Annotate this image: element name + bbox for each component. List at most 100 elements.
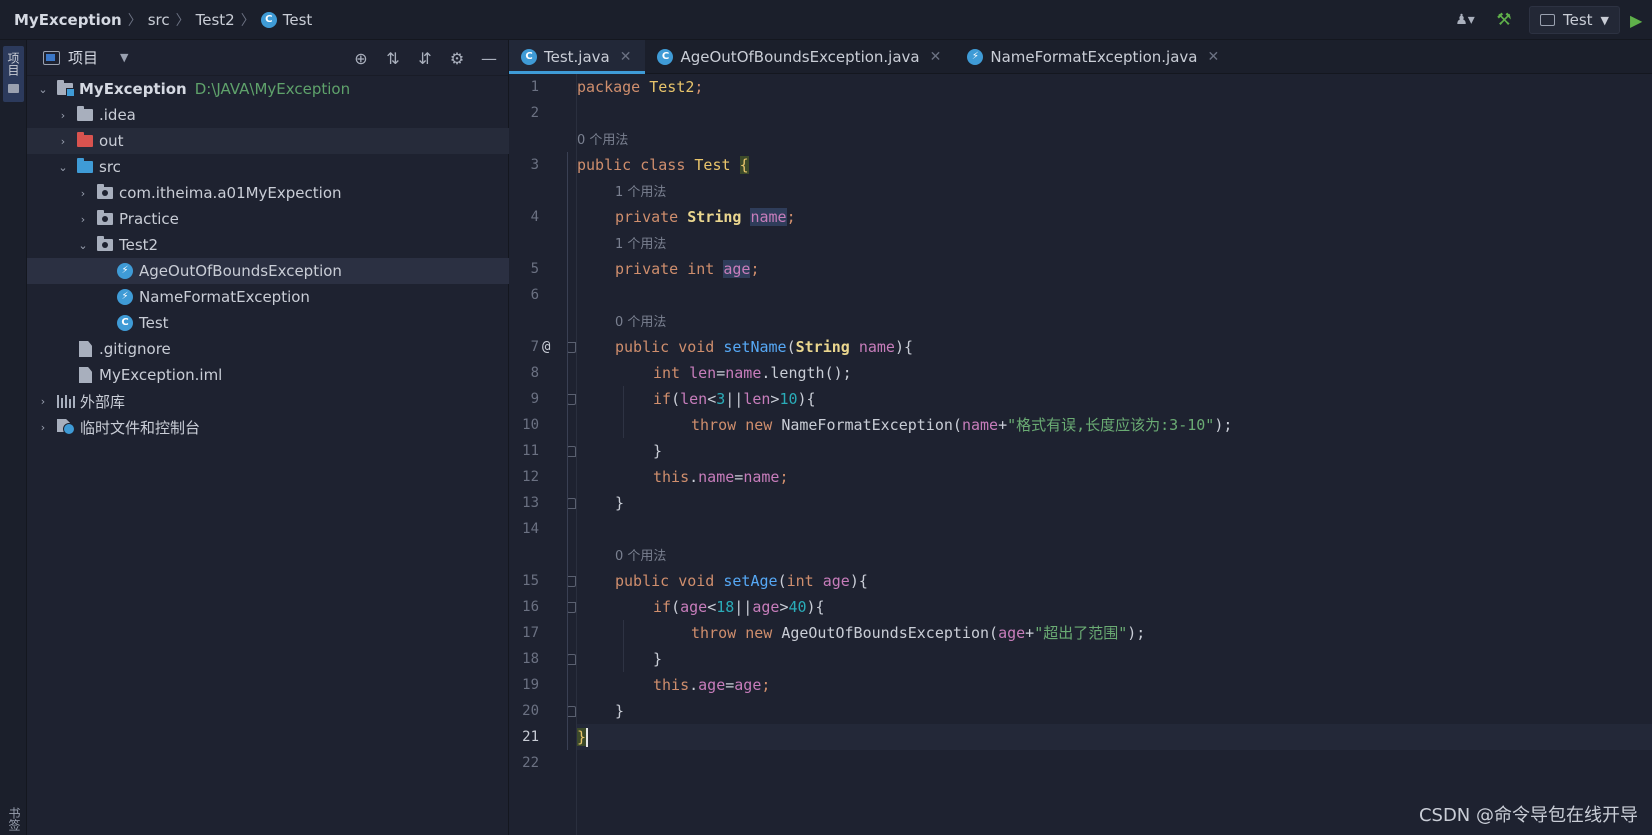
exception-class-icon: ⚡ — [967, 48, 984, 65]
minimize-icon[interactable]: — — [480, 49, 498, 68]
expand-all-icon[interactable]: ⇅ — [384, 49, 402, 68]
chevron-down-icon[interactable]: ▼ — [120, 51, 128, 64]
tab-name-exception-java[interactable]: ⚡ NameFormatException.java ✕ — [955, 40, 1233, 73]
punctuation: + — [998, 416, 1008, 434]
collapse-all-icon[interactable]: ⇵ — [416, 49, 434, 68]
chevron-down-icon[interactable]: ⌄ — [55, 161, 71, 174]
chevron-right-icon[interactable]: › — [75, 213, 91, 226]
usage-hint[interactable]: 0 个用法 — [577, 542, 1652, 568]
run-play-icon[interactable]: ▶ — [1630, 0, 1652, 40]
keyword: private — [615, 208, 679, 226]
breadcrumb-src[interactable]: src — [148, 11, 170, 29]
field: name — [750, 208, 787, 226]
module-folder-icon — [57, 80, 75, 97]
breadcrumb-class[interactable]: Test — [283, 11, 313, 29]
breadcrumb-separator: 〉 — [175, 12, 190, 29]
breadcrumb-package[interactable]: Test2 — [196, 11, 235, 29]
fold-marker-icon[interactable] — [567, 576, 576, 587]
method-name: setName — [723, 338, 787, 356]
close-icon[interactable]: ✕ — [930, 49, 942, 65]
tree-item-project-root[interactable]: ⌄ MyException D:\JAVA\MyException — [27, 76, 509, 102]
fold-marker-icon[interactable] — [567, 498, 576, 509]
library-icon — [57, 394, 75, 408]
gear-icon[interactable]: ⚙ — [448, 49, 466, 68]
fold-marker-icon[interactable] — [567, 602, 576, 613]
usage-hint[interactable]: 0 个用法 — [577, 308, 1652, 334]
run-configuration-dropdown[interactable]: Test ▼ — [1528, 6, 1620, 34]
line-number: 12 — [522, 469, 539, 485]
chevron-down-icon[interactable]: ⌄ — [75, 239, 91, 252]
punctuation: ){ — [797, 390, 816, 408]
chevron-right-icon[interactable]: › — [75, 187, 91, 200]
keyword: this — [653, 676, 690, 694]
usage-hint-text: 0 个用法 — [615, 549, 667, 564]
fold-marker-icon[interactable] — [567, 706, 576, 717]
tab-age-exception-java[interactable]: C AgeOutOfBoundsException.java ✕ — [645, 40, 955, 73]
override-marker-icon[interactable]: @ — [542, 334, 550, 360]
punctuation: = — [734, 468, 744, 486]
keyword: int — [653, 364, 681, 382]
tree-item-label: Practice — [119, 210, 179, 228]
user-icon[interactable]: ♟▾ — [1443, 0, 1487, 40]
close-icon[interactable]: ✕ — [620, 49, 632, 65]
tree-item-package[interactable]: › com.itheima.a01MyExpection — [27, 180, 509, 206]
chevron-right-icon[interactable]: › — [35, 421, 51, 434]
tree-item-class[interactable]: C Test — [27, 310, 509, 336]
locate-file-icon[interactable]: ⊕ — [352, 49, 370, 68]
parameter: age — [998, 624, 1026, 642]
usage-hint[interactable]: 1 个用法 — [577, 230, 1652, 256]
tree-item-file[interactable]: .gitignore — [27, 336, 509, 362]
tree-item-out[interactable]: › out — [27, 128, 509, 154]
code-line: private String name; — [577, 204, 1652, 230]
package-icon — [97, 210, 113, 225]
close-icon[interactable]: ✕ — [1208, 49, 1220, 65]
run-config-label: Test — [1562, 11, 1593, 29]
field: age — [698, 676, 726, 694]
keyword: void — [678, 338, 715, 356]
punctuation: ; — [761, 676, 771, 694]
code-line: private int age; — [577, 256, 1652, 282]
tree-item-scratches[interactable]: › 临时文件和控制台 — [27, 414, 509, 440]
tree-item-package[interactable]: ⌄ Test2 — [27, 232, 509, 258]
tree-item-class[interactable]: ⚡ AgeOutOfBoundsException — [27, 258, 509, 284]
breadcrumb-project[interactable]: MyException — [14, 11, 122, 29]
tree-item-package[interactable]: › Practice — [27, 206, 509, 232]
class-name: AgeOutOfBoundsException — [781, 624, 990, 642]
line-number: 18 — [522, 651, 539, 667]
usage-hint[interactable]: 1 个用法 — [577, 178, 1652, 204]
line-number: 22 — [522, 755, 539, 771]
chevron-right-icon[interactable]: › — [55, 135, 71, 148]
line-number: 11 — [522, 443, 539, 459]
tree-item-idea[interactable]: › .idea — [27, 102, 509, 128]
chevron-right-icon[interactable]: › — [55, 109, 71, 122]
fold-marker-icon[interactable] — [567, 342, 576, 353]
build-hammer-icon[interactable]: ⚒ — [1487, 0, 1521, 40]
fold-marker-icon[interactable] — [567, 654, 576, 665]
chevron-down-icon[interactable]: ⌄ — [35, 83, 51, 96]
tree-item-class[interactable]: ⚡ NameFormatException — [27, 284, 509, 310]
project-tool-button[interactable]: 项目 — [3, 46, 24, 102]
fold-marker-icon[interactable] — [567, 446, 576, 457]
punctuation: < — [707, 598, 717, 616]
keyword: void — [678, 572, 715, 590]
tree-item-label: MyException.iml — [99, 366, 223, 384]
tab-test-java[interactable]: C Test.java ✕ — [509, 40, 646, 74]
keyword: throw — [691, 624, 737, 642]
bookmarks-tool-button[interactable]: 书签 — [6, 807, 23, 831]
code-area[interactable]: package Test2; 0 个用法 public class Test {… — [567, 74, 1652, 835]
class-icon: C — [521, 48, 537, 65]
punctuation: ; — [694, 78, 704, 96]
fold-marker-icon[interactable] — [567, 394, 576, 405]
chevron-right-icon[interactable]: › — [35, 395, 51, 408]
tree-item-src[interactable]: ⌄ src — [27, 154, 509, 180]
tree-item-file[interactable]: MyException.iml — [27, 362, 509, 388]
type: String — [795, 338, 850, 356]
keyword: int — [687, 260, 715, 278]
tree-item-external-libraries[interactable]: › 外部库 — [27, 388, 509, 414]
project-panel-title[interactable]: 项目 — [68, 47, 98, 68]
text-caret — [586, 728, 589, 747]
usage-hint[interactable]: 0 个用法 — [577, 126, 1652, 152]
number: 18 — [716, 598, 735, 616]
keyword: public — [615, 338, 670, 356]
punctuation: ( — [952, 416, 962, 434]
